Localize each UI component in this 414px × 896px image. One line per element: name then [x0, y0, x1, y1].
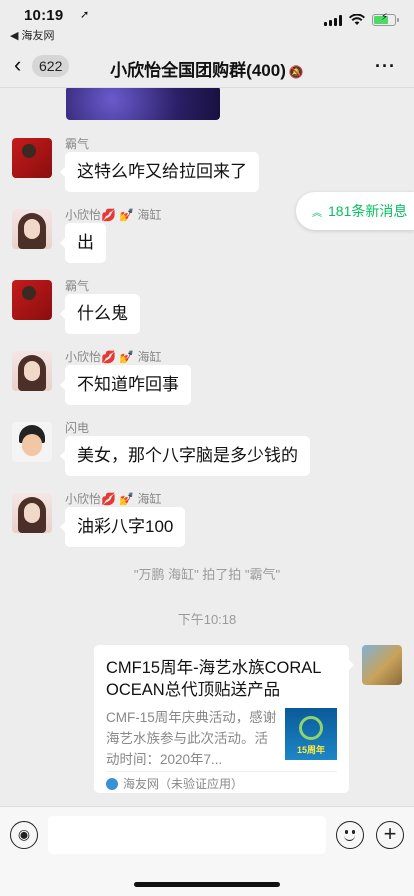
link-card-description: CMF-15周年庆典活动，感谢海艺水族参与此次活动。活动时间：2020年7... [106, 710, 277, 767]
link-card-source: 海友网（未验证应用） [106, 771, 337, 792]
home-indicator [134, 882, 280, 887]
chat-header: ‹ 622 小欣怡全国团购群(400) 🔕 ··· [0, 44, 414, 88]
link-card-thumbnail: 15周年 [285, 708, 337, 760]
sender-name: 小欣怡💋 💅 海缸 [65, 492, 162, 506]
sender-name: 小欣怡💋 💅 海缸 [65, 350, 162, 364]
pat-notice: "万鹏 海缸" 拍了拍 "霸气" [133, 567, 281, 582]
sender-name: 闪电 [65, 421, 90, 435]
link-card-title: CMF15周年-海艺水族CORAL OCEAN总代顶贴送产品 [106, 659, 321, 699]
avatar[interactable] [12, 351, 52, 391]
plus-icon[interactable]: + [376, 821, 404, 849]
link-card-source-label: 海友网（未验证应用） [123, 777, 244, 791]
message-bubble[interactable]: 什么鬼 [60, 294, 140, 334]
link-card[interactable]: CMF15周年-海艺水族CORAL OCEAN总代顶贴送产品 CMF-15周年庆… [94, 645, 354, 793]
message-bubble[interactable]: 这特么咋又给拉回来了 [60, 152, 259, 192]
new-messages-label: 181条新消息 [328, 203, 408, 219]
chat-title: 小欣怡全国团购群(400) 🔕 [0, 56, 414, 81]
voice-input-icon[interactable]: ◉ [10, 821, 38, 849]
avatar[interactable] [12, 280, 52, 320]
chat-title-text: 小欣怡全国团购群(400) [110, 61, 286, 80]
message-bubble[interactable]: 不知道咋回事 [60, 365, 191, 405]
more-options-icon[interactable]: ··· [375, 56, 396, 77]
emoji-icon[interactable] [336, 821, 364, 849]
status-bar: 10:19 ➚ ◀ 海友网 ⚡ [0, 0, 414, 44]
status-time: 10:19 [24, 7, 64, 24]
app-icon [106, 777, 118, 790]
sender-name: 霸气 [65, 137, 90, 151]
avatar[interactable] [12, 422, 52, 462]
back-to-app-link[interactable]: ◀ 海友网 [10, 27, 55, 43]
avatar[interactable] [12, 209, 52, 249]
chat-messages[interactable]: ︽ 181条新消息 霸气 这特么咋又给拉回来了 小欣怡💋 💅 海缸 出 霸气 什么… [0, 88, 414, 806]
status-indicators: ⚡ [324, 12, 399, 26]
double-chevron-up-icon: ︽ [312, 208, 322, 219]
location-arrow-icon: ➚ [80, 9, 90, 21]
cellular-signal-icon [324, 14, 342, 26]
mute-bell-icon: 🔕 [288, 65, 304, 79]
wifi-icon [349, 14, 365, 25]
timestamp: 下午10:18 [177, 612, 237, 627]
message-input[interactable] [48, 816, 326, 854]
message-bubble[interactable]: 出 [60, 223, 106, 263]
sender-name: 霸气 [65, 279, 90, 293]
avatar[interactable] [362, 645, 402, 685]
avatar[interactable] [12, 493, 52, 533]
new-messages-button[interactable]: ︽ 181条新消息 [296, 192, 414, 230]
image-message[interactable] [66, 88, 220, 120]
message-bubble[interactable]: 美女，那个八字脑是多少钱的 [60, 436, 310, 476]
avatar[interactable] [12, 138, 52, 178]
thumbnail-label: 15周年 [296, 745, 325, 755]
sender-name: 小欣怡💋 💅 海缸 [65, 208, 162, 222]
battery-icon: ⚡ [372, 12, 399, 26]
message-bubble[interactable]: 油彩八字100 [59, 507, 186, 547]
